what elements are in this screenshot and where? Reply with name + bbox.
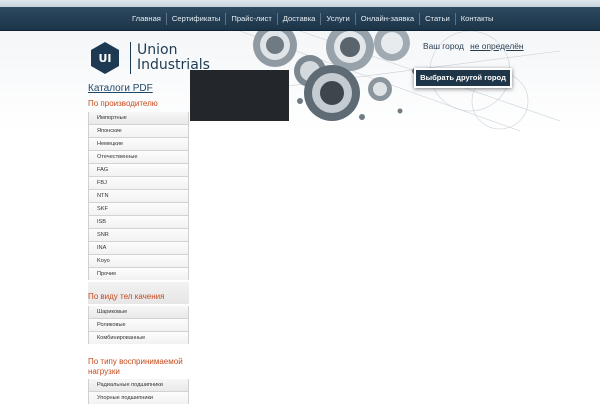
section-by-rolling-elements: По виду тел качения bbox=[88, 282, 189, 304]
section-by-load-type: По типу воспринимаемой нагрузки bbox=[88, 357, 189, 377]
choose-city-button[interactable]: Выбрать другой город bbox=[414, 68, 512, 88]
city-value-link[interactable]: не определён bbox=[470, 41, 523, 51]
nav-item-online-order[interactable]: Онлайн-заявка bbox=[356, 7, 419, 30]
main-navigation: Главная Сертификаты Прайс-лист Доставка … bbox=[0, 7, 600, 31]
nav-menu: Главная Сертификаты Прайс-лист Доставка … bbox=[127, 7, 499, 30]
nav-item-price-list[interactable]: Прайс-лист bbox=[226, 7, 276, 30]
logo-text: Union Industrials bbox=[137, 43, 210, 73]
top-strip bbox=[0, 0, 600, 7]
list-item[interactable]: Импортные bbox=[89, 112, 188, 124]
section-title-load: По типу воспринимаемой нагрузки bbox=[88, 357, 183, 376]
list-item[interactable]: Шариковые bbox=[89, 306, 188, 318]
section-title-rolling: По виду тел качения bbox=[88, 292, 165, 301]
list-item[interactable]: SKF bbox=[89, 202, 188, 215]
nav-item-certificates[interactable]: Сертификаты bbox=[167, 7, 225, 30]
list-item[interactable]: Радиальные подшипники bbox=[89, 379, 188, 391]
city-label: Ваш город bbox=[423, 41, 464, 51]
nav-item-articles[interactable]: Статьи bbox=[420, 7, 455, 30]
list-item[interactable]: Koyo bbox=[89, 254, 188, 267]
list-item[interactable]: FBJ bbox=[89, 176, 188, 189]
catalogs-pdf-link[interactable]: Каталоги PDF bbox=[88, 82, 189, 96]
list-item[interactable]: SNR bbox=[89, 228, 188, 241]
dark-popup-box bbox=[190, 70, 289, 121]
list-item[interactable]: Комбинированные bbox=[89, 331, 188, 344]
nav-item-services[interactable]: Услуги bbox=[321, 7, 354, 30]
list-item[interactable]: Немецкие bbox=[89, 137, 188, 150]
list-item[interactable]: Прочие bbox=[89, 267, 188, 280]
sidebar-catalogs: Каталоги PDF bbox=[88, 82, 189, 96]
logo-divider bbox=[130, 42, 131, 74]
list-item[interactable]: Упорные подшипники bbox=[89, 391, 188, 404]
list-item[interactable]: NTN bbox=[89, 189, 188, 202]
list-item[interactable]: Отечественные bbox=[89, 150, 188, 163]
list-item[interactable]: Японские bbox=[89, 124, 188, 137]
rolling-list: Шариковые Роликовые Комбинированные bbox=[88, 306, 189, 344]
list-item[interactable]: Роликовые bbox=[89, 318, 188, 331]
nav-item-home[interactable]: Главная bbox=[127, 7, 166, 30]
list-item[interactable]: ISB bbox=[89, 215, 188, 228]
section-by-producer: По производителю bbox=[88, 99, 189, 109]
list-item[interactable]: FAG bbox=[89, 163, 188, 176]
section-title-producer: По производителю bbox=[88, 99, 158, 108]
logo-hexagon-icon: UI bbox=[91, 42, 119, 74]
load-list: Радиальные подшипники Упорные подшипники bbox=[88, 379, 189, 404]
producer-list: Импортные Японские Немецкие Отечественны… bbox=[88, 112, 189, 280]
city-info: Ваш город не определён bbox=[423, 41, 524, 51]
nav-item-delivery[interactable]: Доставка bbox=[278, 7, 321, 30]
logo-line-1: Union bbox=[137, 42, 178, 58]
logo-mark-text: UI bbox=[98, 52, 111, 65]
list-item[interactable]: INA bbox=[89, 241, 188, 254]
nav-item-contacts[interactable]: Контакты bbox=[456, 7, 499, 30]
